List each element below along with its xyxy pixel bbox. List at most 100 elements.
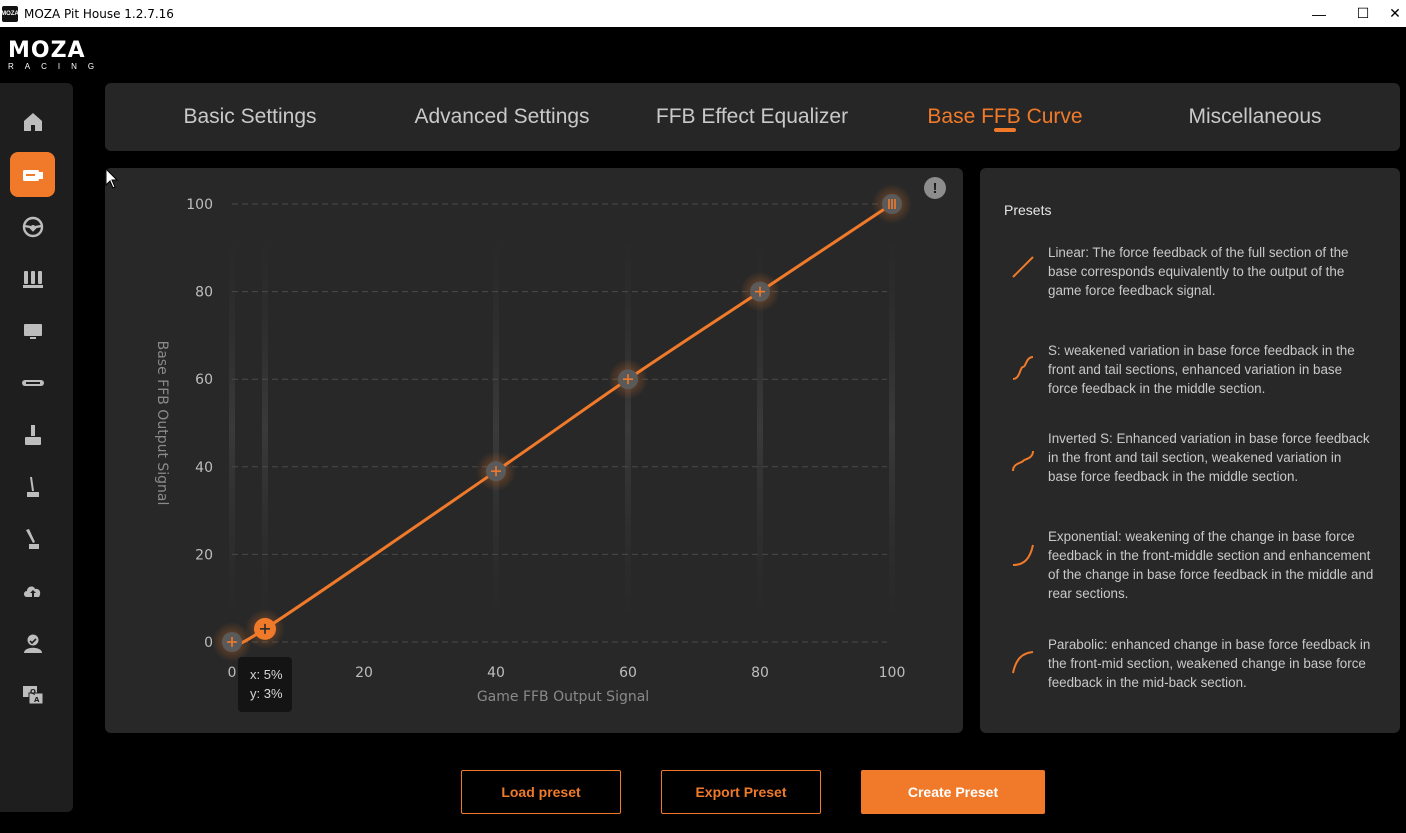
point-tooltip: x: 5% y: 3% bbox=[238, 657, 292, 712]
tab-label: Miscellaneous bbox=[1188, 105, 1322, 128]
vertical-guide bbox=[625, 228, 631, 628]
presets-panel: Presets Linear: The force feedback of th… bbox=[980, 168, 1400, 733]
x-tick-label: 80 bbox=[751, 665, 769, 681]
vertical-guide bbox=[493, 228, 499, 628]
exponential-curve-icon bbox=[1012, 544, 1034, 566]
preset-description: Inverted S: Enhanced variation in base f… bbox=[1048, 431, 1370, 484]
maximize-button[interactable]: ☐ bbox=[1340, 0, 1386, 27]
s-curve-icon bbox=[1012, 356, 1034, 380]
preset-s-curve[interactable]: S: weakened variation in base force feed… bbox=[1004, 341, 1374, 398]
y-axis-label: Base FFB Output Signal bbox=[154, 341, 170, 506]
sidebar-item-joystick[interactable] bbox=[10, 412, 55, 457]
ffb-curve-chart: 0 20 40 60 80 100 0 20 40 60 80 100 Base FFB Outpu… bbox=[154, 184, 912, 705]
preset-description: Exponential: weakening of the change in … bbox=[1048, 529, 1374, 601]
pedals-icon bbox=[22, 270, 43, 288]
sequential-shifter-icon bbox=[25, 528, 39, 549]
tab-label: Base FFB Curve bbox=[927, 105, 1083, 128]
tab-basic-settings[interactable]: Basic Settings bbox=[145, 83, 355, 151]
home-icon bbox=[23, 112, 42, 131]
info-icon[interactable]: ! bbox=[924, 177, 946, 199]
curve-point[interactable] bbox=[872, 184, 912, 224]
sidebar-item-wheelbase[interactable] bbox=[10, 152, 55, 197]
preset-parabolic[interactable]: Parabolic: enhanced change in base force… bbox=[1004, 635, 1374, 692]
tab-advanced-settings[interactable]: Advanced Settings bbox=[397, 83, 607, 151]
preset-linear[interactable]: Linear: The force feedback of the full s… bbox=[1004, 243, 1374, 300]
window-title: MOZA Pit House 1.2.7.16 bbox=[24, 6, 174, 21]
steering-wheel-icon bbox=[22, 216, 43, 237]
sidebar-item-shifter[interactable] bbox=[10, 464, 55, 509]
create-preset-button[interactable]: Create Preset bbox=[861, 770, 1045, 814]
presets-title: Presets bbox=[1004, 202, 1052, 218]
export-preset-button[interactable]: Export Preset bbox=[661, 770, 821, 814]
close-button[interactable]: ✕ bbox=[1384, 0, 1406, 27]
y-tick-label: 100 bbox=[186, 197, 213, 213]
svg-text:A: A bbox=[34, 696, 40, 704]
preset-inverted-s[interactable]: Inverted S: Enhanced variation in base f… bbox=[1004, 429, 1374, 486]
app-icon: MOZA bbox=[1, 5, 19, 22]
user-icon bbox=[23, 634, 42, 653]
tab-label: Advanced Settings bbox=[414, 105, 590, 128]
y-tick-label: 80 bbox=[195, 285, 213, 301]
handbrake-bar-icon bbox=[21, 379, 44, 386]
curve-line bbox=[231, 202, 893, 647]
curve-point[interactable] bbox=[476, 451, 516, 492]
ffb-curve-chart-panel: 0 20 40 60 80 100 0 20 40 60 80 100 Base FFB Outpu… bbox=[105, 168, 963, 733]
minimize-button[interactable]: — bbox=[1296, 0, 1342, 27]
load-preset-button[interactable]: Load preset bbox=[461, 770, 621, 814]
qa-help-icon: QA bbox=[22, 685, 43, 704]
tab-ffb-effect-equalizer[interactable]: FFB Effect Equalizer bbox=[642, 83, 862, 151]
svg-text:Q: Q bbox=[30, 688, 36, 696]
y-tick-label: 60 bbox=[195, 372, 213, 388]
tab-label: FFB Effect Equalizer bbox=[655, 105, 849, 128]
sidebar-item-sequential-shifter[interactable] bbox=[10, 516, 55, 561]
selected-curve-point[interactable] bbox=[245, 608, 285, 649]
logo-sub: RACING bbox=[8, 62, 106, 71]
preset-description: Parabolic: enhanced change in base force… bbox=[1048, 637, 1371, 690]
sidebar-item-user[interactable] bbox=[10, 620, 55, 665]
x-tick-label: 40 bbox=[487, 665, 505, 681]
sidebar: QA bbox=[0, 83, 73, 812]
settings-tabs: Basic Settings Advanced Settings FFB Eff… bbox=[105, 83, 1400, 151]
parabolic-curve-icon bbox=[1012, 651, 1034, 674]
sidebar-item-help[interactable]: QA bbox=[10, 672, 55, 717]
vertical-guide bbox=[262, 228, 268, 628]
sidebar-item-dashboard[interactable] bbox=[10, 308, 55, 353]
shifter-icon bbox=[26, 476, 39, 497]
joystick-icon bbox=[24, 424, 41, 445]
sidebar-item-pedals[interactable] bbox=[10, 256, 55, 301]
active-tab-indicator bbox=[994, 128, 1016, 132]
dashboard-icon bbox=[23, 323, 42, 339]
sidebar-item-steering-wheel[interactable] bbox=[10, 204, 55, 249]
sidebar-item-cloud-upload[interactable] bbox=[10, 568, 55, 613]
logo-brand: MOZA bbox=[8, 38, 86, 63]
preset-description: S: weakened variation in base force feed… bbox=[1048, 343, 1355, 396]
window-title-bar: MOZA MOZA Pit House 1.2.7.16 — ☐ ✕ bbox=[0, 0, 1406, 27]
sidebar-item-handbrake-bar[interactable] bbox=[10, 360, 55, 405]
vertical-guide bbox=[229, 228, 235, 628]
curve-point[interactable] bbox=[740, 271, 780, 312]
sidebar-item-home[interactable] bbox=[10, 99, 55, 144]
x-tick-label: 60 bbox=[619, 665, 637, 681]
app-icon-text: MOZA bbox=[1, 10, 19, 17]
y-tick-label: 40 bbox=[195, 460, 213, 476]
cloud-upload-icon bbox=[23, 586, 40, 597]
x-axis-label: Game FFB Output Signal bbox=[477, 689, 649, 705]
tooltip-y: y: 3% bbox=[250, 686, 283, 701]
preset-exponential[interactable]: Exponential: weakening of the change in … bbox=[1004, 527, 1374, 603]
tooltip-x: x: 5% bbox=[250, 667, 283, 682]
preset-description: Linear: The force feedback of the full s… bbox=[1048, 245, 1349, 298]
y-tick-label: 20 bbox=[195, 547, 213, 563]
linear-curve-icon bbox=[1012, 256, 1034, 278]
x-tick-label: 100 bbox=[879, 665, 906, 681]
tab-label: Basic Settings bbox=[183, 105, 317, 128]
curve-point[interactable] bbox=[608, 359, 648, 400]
x-tick-label: 0 bbox=[228, 665, 237, 681]
tab-base-ffb-curve[interactable]: Base FFB Curve bbox=[905, 83, 1105, 151]
wheelbase-icon bbox=[22, 169, 43, 181]
vertical-guide bbox=[889, 228, 895, 628]
x-tick-label: 20 bbox=[355, 665, 373, 681]
moza-logo: MOZA RACING bbox=[8, 38, 128, 71]
tab-miscellaneous[interactable]: Miscellaneous bbox=[1155, 83, 1355, 151]
inverted-s-curve-icon bbox=[1012, 450, 1034, 472]
mouse-cursor-icon bbox=[105, 168, 119, 189]
